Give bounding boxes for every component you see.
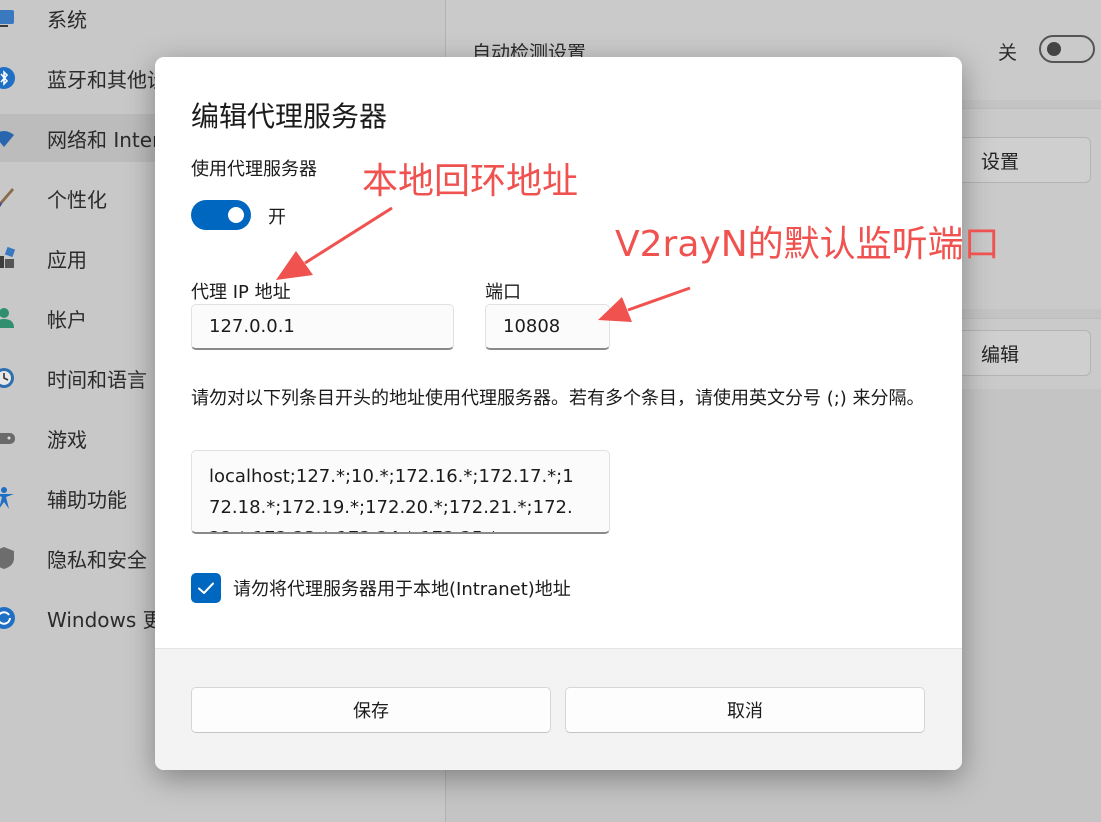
- apps-icon: [0, 246, 16, 268]
- sidebar-item-label: 应用: [47, 247, 87, 272]
- exceptions-text: localhost;127.*;10.*;172.16.*;172.17.*;1…: [209, 466, 574, 532]
- exceptions-description: 请勿对以下列条目开头的地址使用代理服务器。若有多个条目，请使用英文分号 (;) …: [191, 388, 925, 409]
- proxy-ip-label: 代理 IP 地址: [191, 282, 291, 303]
- person-icon: [0, 308, 14, 328]
- sidebar-item-system[interactable]: 系统: [0, 0, 440, 42]
- sidebar-item-label: 时间和语言: [47, 367, 147, 392]
- brush-icon: [0, 188, 14, 207]
- dialog-footer: 保存 取消: [155, 648, 962, 770]
- sync-icon: [0, 607, 15, 629]
- sidebar-item-label: 蓝牙和其他设: [47, 67, 167, 92]
- display-icon: [0, 10, 14, 27]
- sidebar-item-label: 个性化: [47, 187, 107, 212]
- sidebar-item-label: 帐户: [47, 307, 87, 332]
- dialog-title: 编辑代理服务器: [191, 100, 388, 133]
- sidebar-item-label: 游戏: [47, 427, 87, 452]
- bluetooth-icon: [0, 67, 15, 89]
- shield-icon: [0, 547, 14, 569]
- sidebar-item-label: Windows 更: [47, 607, 163, 632]
- wifi-icon: [0, 131, 14, 147]
- use-proxy-toggle[interactable]: [191, 200, 251, 230]
- port-label: 端口: [485, 282, 521, 303]
- port-annotation: V2rayN的默认监听端口: [615, 224, 1000, 265]
- proxy-ip-input[interactable]: 127.0.0.1: [191, 304, 454, 350]
- clock-globe-icon: [0, 368, 14, 388]
- toggle-state-label: 开: [268, 207, 286, 228]
- sidebar-item-label: 辅助功能: [47, 487, 127, 512]
- use-proxy-label: 使用代理服务器: [191, 159, 317, 180]
- cancel-button[interactable]: 取消: [565, 687, 925, 733]
- intranet-checkbox[interactable]: [191, 573, 221, 603]
- checkmark-icon: [198, 582, 214, 594]
- toggle-knob: [1047, 42, 1061, 56]
- auto-detect-toggle[interactable]: [1039, 35, 1095, 63]
- sidebar-item-label: 网络和 Inter: [47, 127, 161, 152]
- port-input[interactable]: 10808: [485, 304, 610, 350]
- sidebar-item-label: 系统: [47, 7, 87, 32]
- auto-detect-state: 关: [998, 42, 1018, 64]
- sidebar-item-label: 隐私和安全: [47, 547, 147, 572]
- toggle-knob: [228, 207, 244, 223]
- intranet-label: 请勿将代理服务器用于本地(Intranet)地址: [233, 579, 571, 600]
- gamepad-icon: [0, 433, 15, 444]
- accessibility-icon: [0, 487, 14, 509]
- loopback-annotation: 本地回环地址: [362, 161, 579, 202]
- save-button[interactable]: 保存: [191, 687, 551, 733]
- exceptions-textarea[interactable]: localhost;127.*;10.*;172.16.*;172.17.*;1…: [191, 450, 610, 534]
